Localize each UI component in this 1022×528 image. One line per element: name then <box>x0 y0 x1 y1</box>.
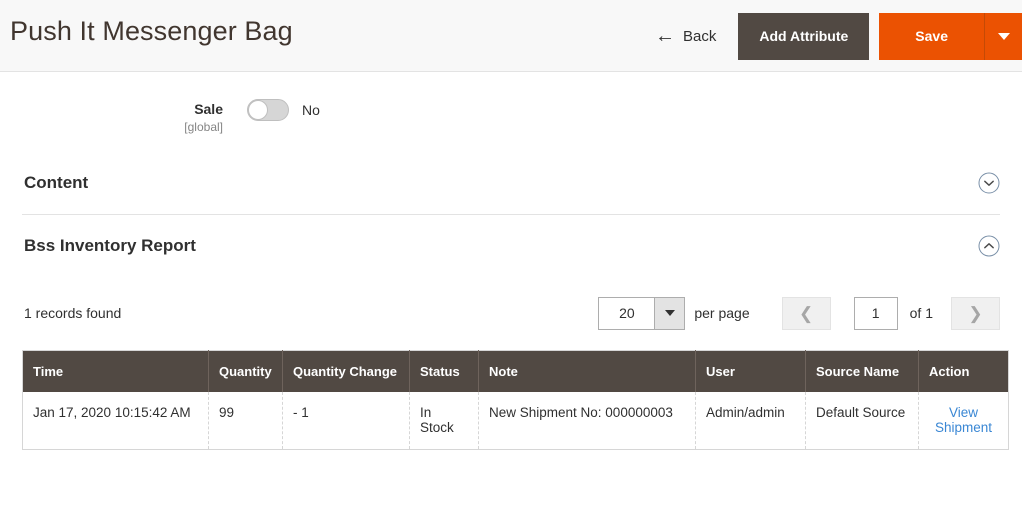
cell-source-name: Default Source <box>805 392 919 450</box>
sale-field-scope: [global] <box>184 120 223 134</box>
chevron-down-circle-icon[interactable] <box>978 172 1000 194</box>
header-actions: ← Back Add Attribute Save <box>655 0 1022 72</box>
section-content[interactable]: Content <box>22 152 1000 214</box>
sale-toggle[interactable] <box>247 99 289 121</box>
view-shipment-link[interactable]: View Shipment <box>935 405 992 435</box>
next-page-button[interactable]: ❯ <box>951 296 1000 330</box>
cell-quantity-change: - 1 <box>282 392 410 450</box>
arrow-left-icon: ← <box>655 25 676 47</box>
sale-toggle-value: No <box>302 102 320 118</box>
back-button[interactable]: ← Back <box>655 26 716 46</box>
total-pages-label: of 1 <box>909 305 933 321</box>
pager: 20 per page ❮ of 1 ❯ <box>598 296 1000 330</box>
cell-user: Admin/admin <box>695 392 806 450</box>
sale-field-label-col: Sale [global] <box>22 97 247 134</box>
table-body: Jan 17, 2020 10:15:42 AM 99 - 1 In Stock… <box>22 392 1009 450</box>
section-content-title: Content <box>24 173 89 192</box>
caret-down-icon <box>997 32 1010 40</box>
chevron-right-icon: ❯ <box>968 303 983 323</box>
column-header-quantity[interactable]: Quantity <box>208 350 283 392</box>
sale-field-label: Sale <box>194 101 223 117</box>
column-header-status[interactable]: Status <box>409 350 479 392</box>
cell-action: View Shipment <box>918 392 1009 450</box>
column-header-quantity-change[interactable]: Quantity Change <box>282 350 410 392</box>
page-title: Push It Messenger Bag <box>10 16 293 46</box>
section-bss-inventory-report-title: Bss Inventory Report <box>24 235 196 255</box>
column-header-action: Action <box>918 350 1009 392</box>
column-header-note[interactable]: Note <box>478 350 696 392</box>
previous-page-button[interactable]: ❮ <box>781 296 831 330</box>
inventory-report-table: Time Quantity Quantity Change Status Not… <box>22 350 1009 450</box>
page-header: Push It Messenger Bag ← Back Add Attribu… <box>0 0 1022 72</box>
section-bss-inventory-report[interactable]: Bss Inventory Report <box>22 214 1000 276</box>
save-button[interactable]: Save <box>879 12 984 60</box>
per-page-select[interactable]: 20 <box>598 296 686 330</box>
cell-time: Jan 17, 2020 10:15:42 AM <box>22 392 209 450</box>
sale-field-row: Sale [global] No <box>22 72 1000 152</box>
column-header-user[interactable]: User <box>695 350 806 392</box>
caret-down-icon <box>664 310 675 316</box>
table-row: Jan 17, 2020 10:15:42 AM 99 - 1 In Stock… <box>22 392 1009 450</box>
cell-note: New Shipment No: 000000003 <box>478 392 696 450</box>
back-button-label: Back <box>683 27 717 45</box>
grid-toolbar: 1 records found 20 per page ❮ of 1 ❯ <box>22 276 1000 350</box>
column-header-source-name[interactable]: Source Name <box>805 350 919 392</box>
cell-status: In Stock <box>409 392 479 450</box>
chevron-up-circle-icon[interactable] <box>978 235 1000 257</box>
records-found-label: 1 records found <box>24 305 122 321</box>
save-dropdown-button[interactable] <box>984 12 1022 60</box>
column-header-time[interactable]: Time <box>22 350 209 392</box>
sale-toggle-knob <box>248 100 268 120</box>
per-page-value: 20 <box>619 305 635 321</box>
per-page-label: per page <box>694 305 750 321</box>
page-number-input[interactable] <box>853 296 898 330</box>
sale-toggle-wrap: No <box>247 97 320 121</box>
chevron-left-icon: ❮ <box>799 303 814 323</box>
cell-quantity: 99 <box>208 392 283 450</box>
save-button-group: Save <box>879 12 1022 60</box>
table-head: Time Quantity Quantity Change Status Not… <box>22 350 1009 392</box>
table-header-row: Time Quantity Quantity Change Status Not… <box>22 350 1009 392</box>
content-area: Sale [global] No Content Bss Inventory R… <box>0 72 1022 450</box>
add-attribute-button[interactable]: Add Attribute <box>738 12 870 60</box>
per-page-dropdown-arrow[interactable] <box>654 297 685 329</box>
